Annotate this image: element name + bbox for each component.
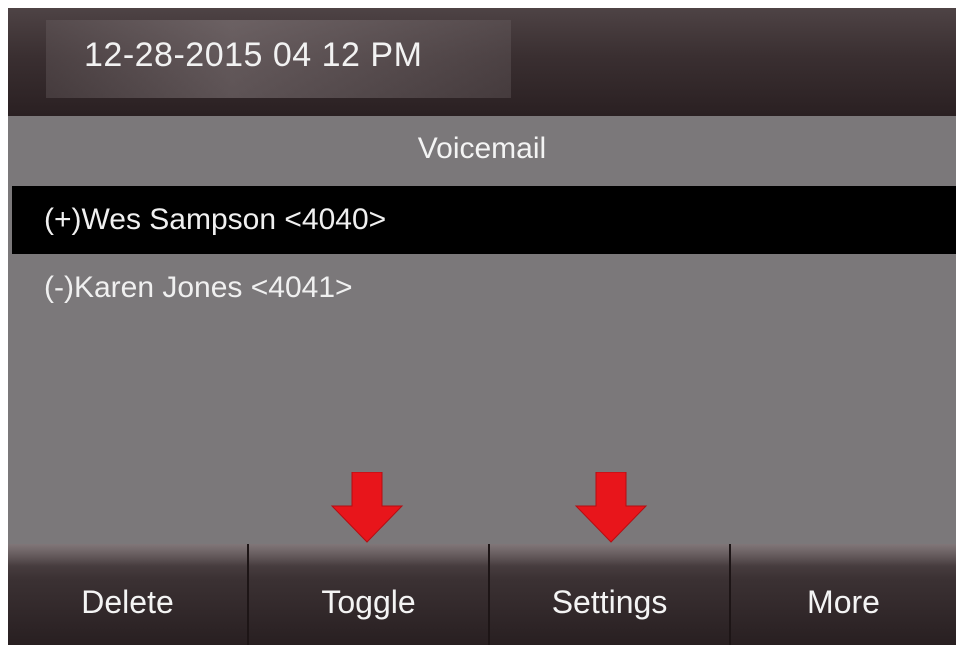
- softkey-bar: Delete Toggle Settings More: [8, 544, 956, 645]
- softkey-sheen: [249, 544, 488, 566]
- voicemail-item[interactable]: (-)Karen Jones <4041>: [12, 254, 956, 322]
- status-bar: 12-28-2015 04 12 PM: [8, 8, 956, 116]
- down-arrow-icon: [330, 472, 404, 543]
- delete-softkey[interactable]: Delete: [8, 544, 249, 645]
- phone-screen: 12-28-2015 04 12 PM Voicemail (+)Wes Sam…: [8, 8, 956, 645]
- more-softkey[interactable]: More: [731, 544, 956, 645]
- voicemail-list: (+)Wes Sampson <4040> (-)Karen Jones <40…: [12, 186, 956, 322]
- softkey-label: Settings: [551, 584, 668, 620]
- softkey-sheen: [731, 544, 956, 566]
- softkey-label: Delete: [81, 584, 174, 620]
- softkey-label: More: [807, 584, 880, 620]
- screen-title: Voicemail: [417, 132, 547, 165]
- softkey-sheen: [490, 544, 729, 566]
- softkey-label: Toggle: [321, 584, 416, 620]
- toggle-softkey[interactable]: Toggle: [249, 544, 490, 645]
- datetime-text: 12-28-2015 04 12 PM: [84, 36, 423, 74]
- softkey-sheen: [8, 544, 247, 566]
- down-arrow-icon: [574, 472, 648, 543]
- settings-softkey[interactable]: Settings: [490, 544, 731, 645]
- voicemail-item-selected[interactable]: (+)Wes Sampson <4040>: [12, 186, 956, 254]
